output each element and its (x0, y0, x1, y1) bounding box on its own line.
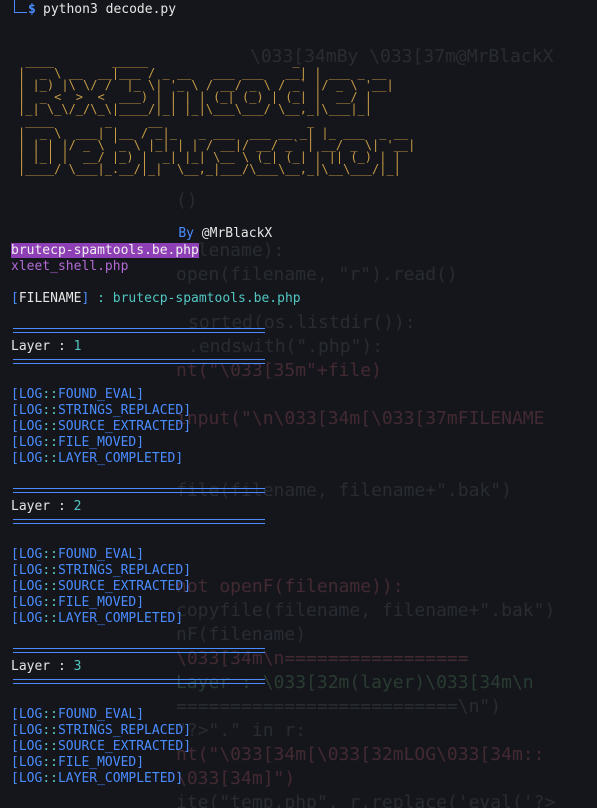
file-list-item[interactable]: xleet_shell.php (11, 259, 128, 275)
separator-line (13, 328, 265, 333)
log-line: [LOG::FOUND_EVAL] (11, 387, 145, 402)
separator-line (13, 359, 265, 364)
log-line: [LOG::FOUND_EVAL] (11, 707, 145, 722)
layer-number: 2 (73, 499, 82, 514)
layer-number: 3 (73, 659, 82, 674)
layer-heading: Layer : 1 (11, 339, 82, 354)
log-line: [LOG::STRINGS_REPLACED] (11, 723, 192, 738)
filename-label: FILENAME (18, 291, 82, 306)
separator-line (13, 679, 265, 684)
filename-value: brutecp-spamtools.be.php (112, 291, 301, 306)
filename-prompt: [FILENAME] : brutecp-spamtools.be.php (11, 291, 301, 306)
log-line: [LOG::LAYER_COMPLETED] (11, 611, 184, 626)
layer-heading: Layer : 2 (11, 499, 82, 514)
separator-line (13, 519, 265, 524)
ascii-banner: ____ _____ _ | _ \ __ __|___ / _ __ ___ … (18, 54, 416, 176)
log-line: [LOG::SOURCE_EXTRACTED] (11, 739, 192, 754)
terminal-output[interactable]: $ python3 decode.py ____ _____ _ | _ \ _… (0, 0, 597, 808)
prompt-symbol: $ (28, 2, 36, 17)
log-line: [LOG::FILE_MOVED] (11, 435, 145, 450)
file-name-selected[interactable]: brutecp-spamtools.be.php (11, 243, 199, 258)
separator-line (13, 648, 265, 653)
log-line: [LOG::SOURCE_EXTRACTED] (11, 419, 192, 434)
layer-number: 1 (73, 339, 82, 354)
log-line: [LOG::STRINGS_REPLACED] (11, 563, 192, 578)
log-line: [LOG::FOUND_EVAL] (11, 547, 145, 562)
file-list-item[interactable]: brutecp-spamtools.be.php (11, 243, 199, 259)
file-name[interactable]: xleet_shell.php (11, 259, 128, 274)
log-line: [LOG::FILE_MOVED] (11, 595, 145, 610)
command-text: python3 decode.py (43, 2, 177, 17)
log-line: [LOG::LAYER_COMPLETED] (11, 451, 184, 466)
separator-line (13, 488, 265, 493)
log-line: [LOG::FILE_MOVED] (11, 755, 145, 770)
author-handle: @MrBlackX (201, 226, 273, 241)
log-line: [LOG::STRINGS_REPLACED] (11, 403, 192, 418)
prompt-corner-glyph (14, 0, 27, 13)
log-line: [LOG::LAYER_COMPLETED] (11, 771, 184, 786)
by-label: By (178, 226, 194, 241)
layer-heading: Layer : 3 (11, 659, 82, 674)
log-line: [LOG::SOURCE_EXTRACTED] (11, 579, 192, 594)
